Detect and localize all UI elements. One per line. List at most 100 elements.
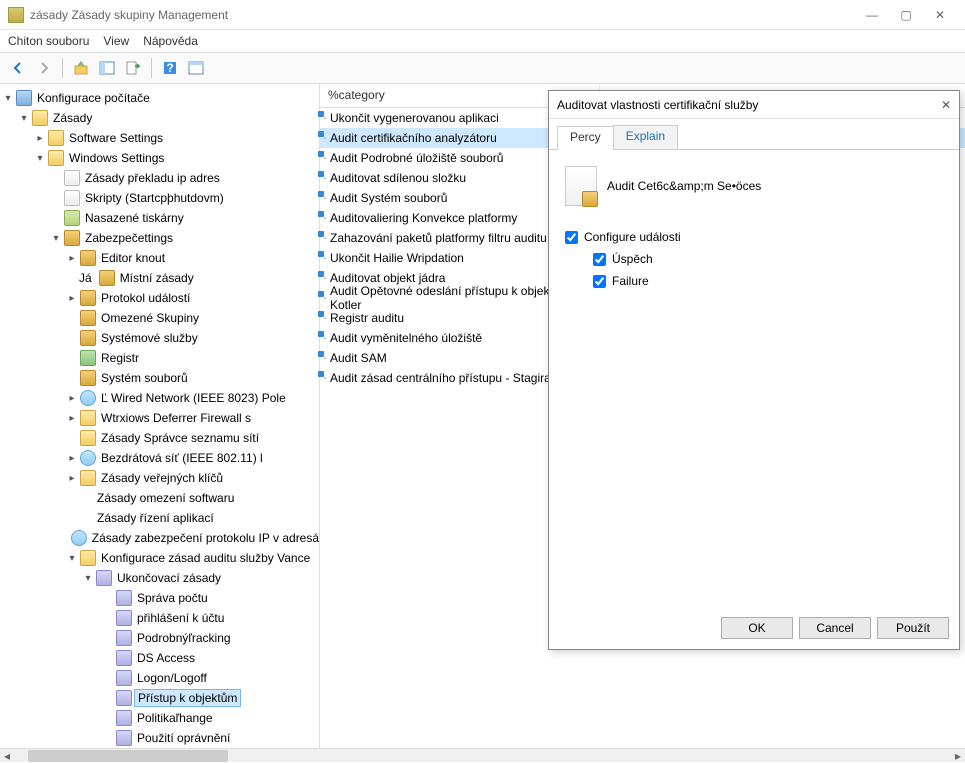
policy-icon [96, 570, 112, 586]
forward-button[interactable] [32, 56, 56, 80]
expand-icon[interactable]: ▸ [66, 293, 78, 304]
tree-dsaccess[interactable]: DS Access [134, 650, 198, 666]
tree-acctmgmt[interactable]: Správa počtu [134, 590, 211, 606]
tree-acctlogon[interactable]: přihlášení k účtu [134, 610, 227, 626]
minimize-button[interactable]: — [855, 4, 889, 26]
tree-root[interactable]: Konfigurace počítače [34, 90, 153, 106]
expand-icon[interactable]: ▸ [66, 453, 78, 464]
expand-icon[interactable]: ▾ [34, 153, 46, 164]
expand-icon[interactable]: ▸ [66, 393, 78, 404]
tree-ipsec[interactable]: Zásady zabezpečení protokolu IP v adresá… [89, 530, 320, 546]
cancel-button[interactable]: Cancel [799, 617, 871, 639]
tab-policy[interactable]: Percy [557, 126, 614, 150]
list-item-name: Audit zásad centrálního přístupu - Stagi… [330, 371, 551, 385]
network-icon [80, 450, 96, 466]
expand-icon[interactable]: ▸ [66, 253, 78, 264]
tree-nameres[interactable]: Zásady překladu ip adres [82, 170, 223, 186]
svg-text:?: ? [166, 61, 173, 75]
tree-ja[interactable]: Já [76, 270, 95, 286]
dialog-close-button[interactable]: ✕ [941, 98, 951, 112]
folder-icon [80, 430, 96, 446]
tree-restricted[interactable]: Omezené Skupiny [98, 310, 202, 326]
tree-services[interactable]: Systémové služby [98, 330, 201, 346]
tree-objaccess[interactable]: Přístup k objektům [134, 689, 241, 707]
policy-item-icon [324, 257, 326, 259]
tab-explain[interactable]: Explain [613, 125, 678, 149]
tree-softrest[interactable]: Zásady omezení softwaru [94, 490, 237, 506]
folder-icon [48, 150, 64, 166]
failure-checkbox[interactable] [593, 275, 606, 288]
tree-wireless[interactable]: Bezdrátová síť (IEEE 802.11) l [98, 450, 266, 466]
ok-button[interactable]: OK [721, 617, 793, 639]
tree-wired[interactable]: Ľ Wired Network (IEEE 8023) Pole [98, 390, 289, 406]
expand-icon[interactable]: ▾ [2, 93, 14, 104]
tree-software[interactable]: Software Settings [66, 130, 166, 146]
policy-icon [116, 630, 132, 646]
folder-icon [48, 130, 64, 146]
tree-firewall[interactable]: Wtrxiows Deferrer Firewall s [98, 410, 254, 426]
tree-printers[interactable]: Nasazené tiskárny [82, 210, 187, 226]
expand-icon[interactable]: ▾ [18, 113, 30, 124]
tree-appctrl[interactable]: Zásady řízení aplikací [94, 510, 217, 526]
tree-windows[interactable]: Windows Settings [66, 150, 167, 166]
scroll-icon [64, 170, 80, 186]
tree-security[interactable]: Zabezpečettings [82, 230, 176, 246]
maximize-button[interactable]: ▢ [889, 4, 923, 26]
policy-icon [116, 690, 132, 706]
list-item-name: Audit Systém souborů [330, 191, 447, 205]
tree-policies[interactable]: Zásady [50, 110, 95, 126]
props-button[interactable] [184, 56, 208, 80]
menu-view[interactable]: View [103, 34, 129, 48]
tree-auditcfg[interactable]: Konfigurace zásad auditu služby Vance [98, 550, 313, 566]
configure-checkbox[interactable] [565, 231, 578, 244]
up-button[interactable] [69, 56, 93, 80]
tree-netlist[interactable]: Zásady Správce seznamu sítí [98, 430, 262, 446]
tree-registry[interactable]: Registr [98, 350, 142, 366]
expand-icon[interactable]: ▾ [66, 553, 78, 564]
policy-icon [116, 590, 132, 606]
scroll-thumb[interactable] [28, 750, 228, 762]
scroll-left-arrow[interactable]: ◂ [0, 749, 14, 763]
success-checkbox[interactable] [593, 253, 606, 266]
tree-logonoff[interactable]: Logon/Logoff [134, 670, 210, 686]
success-label: Úspěch [612, 252, 653, 266]
expand-icon[interactable]: ▸ [66, 473, 78, 484]
tree-auditpol[interactable]: Ukončovací zásady [114, 570, 224, 586]
tree-detailtrack[interactable]: Podrobnýľracking [134, 630, 234, 646]
tree-editor[interactable]: Editor knout [98, 250, 168, 266]
tree-eventlog[interactable]: Protokol událostí [98, 290, 193, 306]
shield-icon [80, 310, 96, 326]
tree-pubkey[interactable]: Zásady veřejných klíčů [98, 470, 226, 486]
list-item-name: Ukončit Hailie Wripdation [330, 251, 464, 265]
close-button[interactable]: ✕ [923, 4, 957, 26]
tree-polchange[interactable]: Politikaľhange [134, 710, 216, 726]
shield-icon [64, 230, 80, 246]
back-button[interactable] [6, 56, 30, 80]
policy-icon [116, 710, 132, 726]
help-button[interactable]: ? [158, 56, 182, 80]
tree-filesystem[interactable]: Systém souborů [98, 370, 191, 386]
expand-icon[interactable]: ▸ [34, 133, 46, 144]
show-hide-button[interactable] [95, 56, 119, 80]
tree-scripts[interactable]: Skripty (Startcpþhutdovm) [82, 190, 227, 206]
export-button[interactable] [121, 56, 145, 80]
computer-icon [16, 90, 32, 106]
configure-label: Configure události [584, 230, 681, 244]
list-item-name: Auditovaliering Konvekce platformy [330, 211, 517, 225]
menu-help[interactable]: Nápověda [143, 34, 198, 48]
policy-item-icon [324, 177, 326, 179]
scroll-right-arrow[interactable]: ▸ [951, 749, 965, 763]
tree-privuse[interactable]: Použití oprávnění [134, 730, 233, 746]
expand-icon[interactable]: ▸ [66, 413, 78, 424]
horizontal-scrollbar[interactable]: ◂ ▸ [0, 748, 965, 762]
policy-icon [116, 650, 132, 666]
dialog-title: Auditovat vlastnosti certifikační služby [557, 98, 758, 112]
tree-local[interactable]: Místní zásady [117, 270, 197, 286]
expand-icon[interactable]: ▾ [82, 573, 94, 584]
apply-button[interactable]: Použít [877, 617, 949, 639]
cert-lock-icon [565, 166, 597, 206]
expand-icon[interactable]: ▾ [50, 233, 62, 244]
menu-file[interactable]: Chiton souboru [8, 34, 89, 48]
tree-pane[interactable]: ▾ Konfigurace počítače ▾ Zásady ▸ Software … [0, 84, 320, 748]
policy-item-icon [324, 357, 326, 359]
